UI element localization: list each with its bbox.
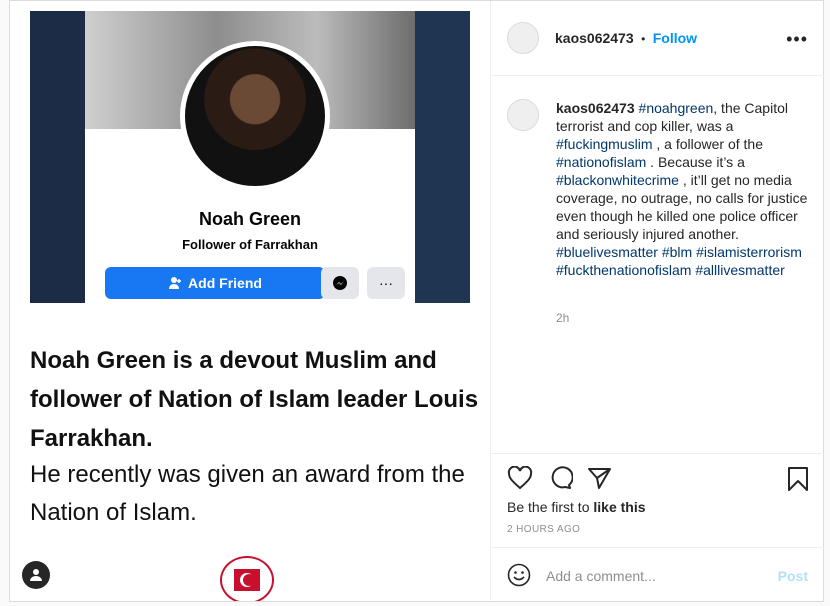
comment-time[interactable]: 2h (556, 311, 569, 325)
fb-more-button: ··· (367, 267, 405, 299)
separator-dot: • (641, 32, 646, 46)
share-icon[interactable] (587, 466, 613, 490)
hashtag-link[interactable]: #fuckingmuslim (556, 136, 652, 152)
emoji-icon[interactable] (507, 563, 531, 587)
like-this-link[interactable]: like this (593, 499, 645, 515)
comment-text-segment: , a follower of the (652, 136, 763, 152)
more-options-icon[interactable]: ••• (786, 29, 808, 50)
messenger-icon (333, 276, 347, 290)
avatar[interactable] (507, 22, 539, 54)
comment-avatar[interactable] (507, 99, 539, 131)
post-header: kaos062473 • Follow ••• (491, 1, 824, 76)
image-caption-regular: He recently was given an award from the … (30, 461, 465, 526)
follow-button[interactable]: Follow (653, 30, 697, 46)
username-link[interactable]: kaos062473 (555, 30, 634, 46)
profile-photo (180, 41, 330, 191)
image-caption-bold: Noah Green is a devout Muslim and follow… (30, 347, 479, 452)
facebook-profile-screenshot: Noah Green Follower of Farrakhan Add Fri… (30, 11, 470, 303)
hashtag-link[interactable]: #islamisterrorism (696, 244, 802, 260)
hashtag-link[interactable]: #bluelivesmatter (556, 244, 658, 260)
hashtag-link[interactable]: #noahgreen (639, 100, 714, 116)
post-sidebar: kaos062473 • Follow ••• kaos062473 #noah… (490, 1, 824, 601)
fb-profile-subtitle: Follower of Farrakhan (182, 237, 318, 252)
heart-icon[interactable] (507, 466, 533, 490)
add-friend-button: Add Friend (105, 267, 325, 299)
hashtag-link[interactable]: #fuckthenationofislam (556, 262, 691, 278)
comment-input[interactable]: Add a comment... (546, 568, 656, 584)
hashtag-link[interactable]: #blm (662, 244, 692, 260)
save-bookmark-icon[interactable] (787, 466, 809, 492)
instagram-post: Noah Green Follower of Farrakhan Add Fri… (9, 0, 824, 602)
nation-of-islam-logo (220, 556, 274, 601)
likes-text: Be the first to like this (507, 499, 646, 515)
user-tag-icon[interactable] (22, 561, 50, 589)
action-bar: Be the first to like this 2 HOURS AGO (491, 453, 824, 548)
post-timestamp[interactable]: 2 HOURS AGO (507, 524, 580, 535)
comment-text-segment: . Because it’s a (646, 154, 745, 170)
add-comment-bar: Add a comment... Post (491, 547, 824, 602)
hashtag-link[interactable]: #nationofislam (556, 154, 646, 170)
fb-profile-name: Noah Green (198, 209, 302, 229)
comment-icon[interactable] (547, 466, 573, 490)
post-comment-button[interactable]: Post (778, 568, 808, 584)
hashtag-link[interactable]: #alllivesmatter (695, 262, 784, 278)
messenger-button (321, 267, 359, 299)
post-image: Noah Green Follower of Farrakhan Add Fri… (10, 1, 490, 601)
add-friend-label: Add Friend (188, 275, 262, 291)
comment-username[interactable]: kaos062473 (556, 100, 635, 116)
hashtag-link[interactable]: #blackonwhitecrime (556, 172, 679, 188)
add-person-icon (169, 277, 182, 289)
caption-comment: kaos062473 #noahgreen, the Capitol terro… (556, 99, 814, 279)
comment-text: #noahgreen, the Capitol terrorist and co… (556, 100, 807, 278)
